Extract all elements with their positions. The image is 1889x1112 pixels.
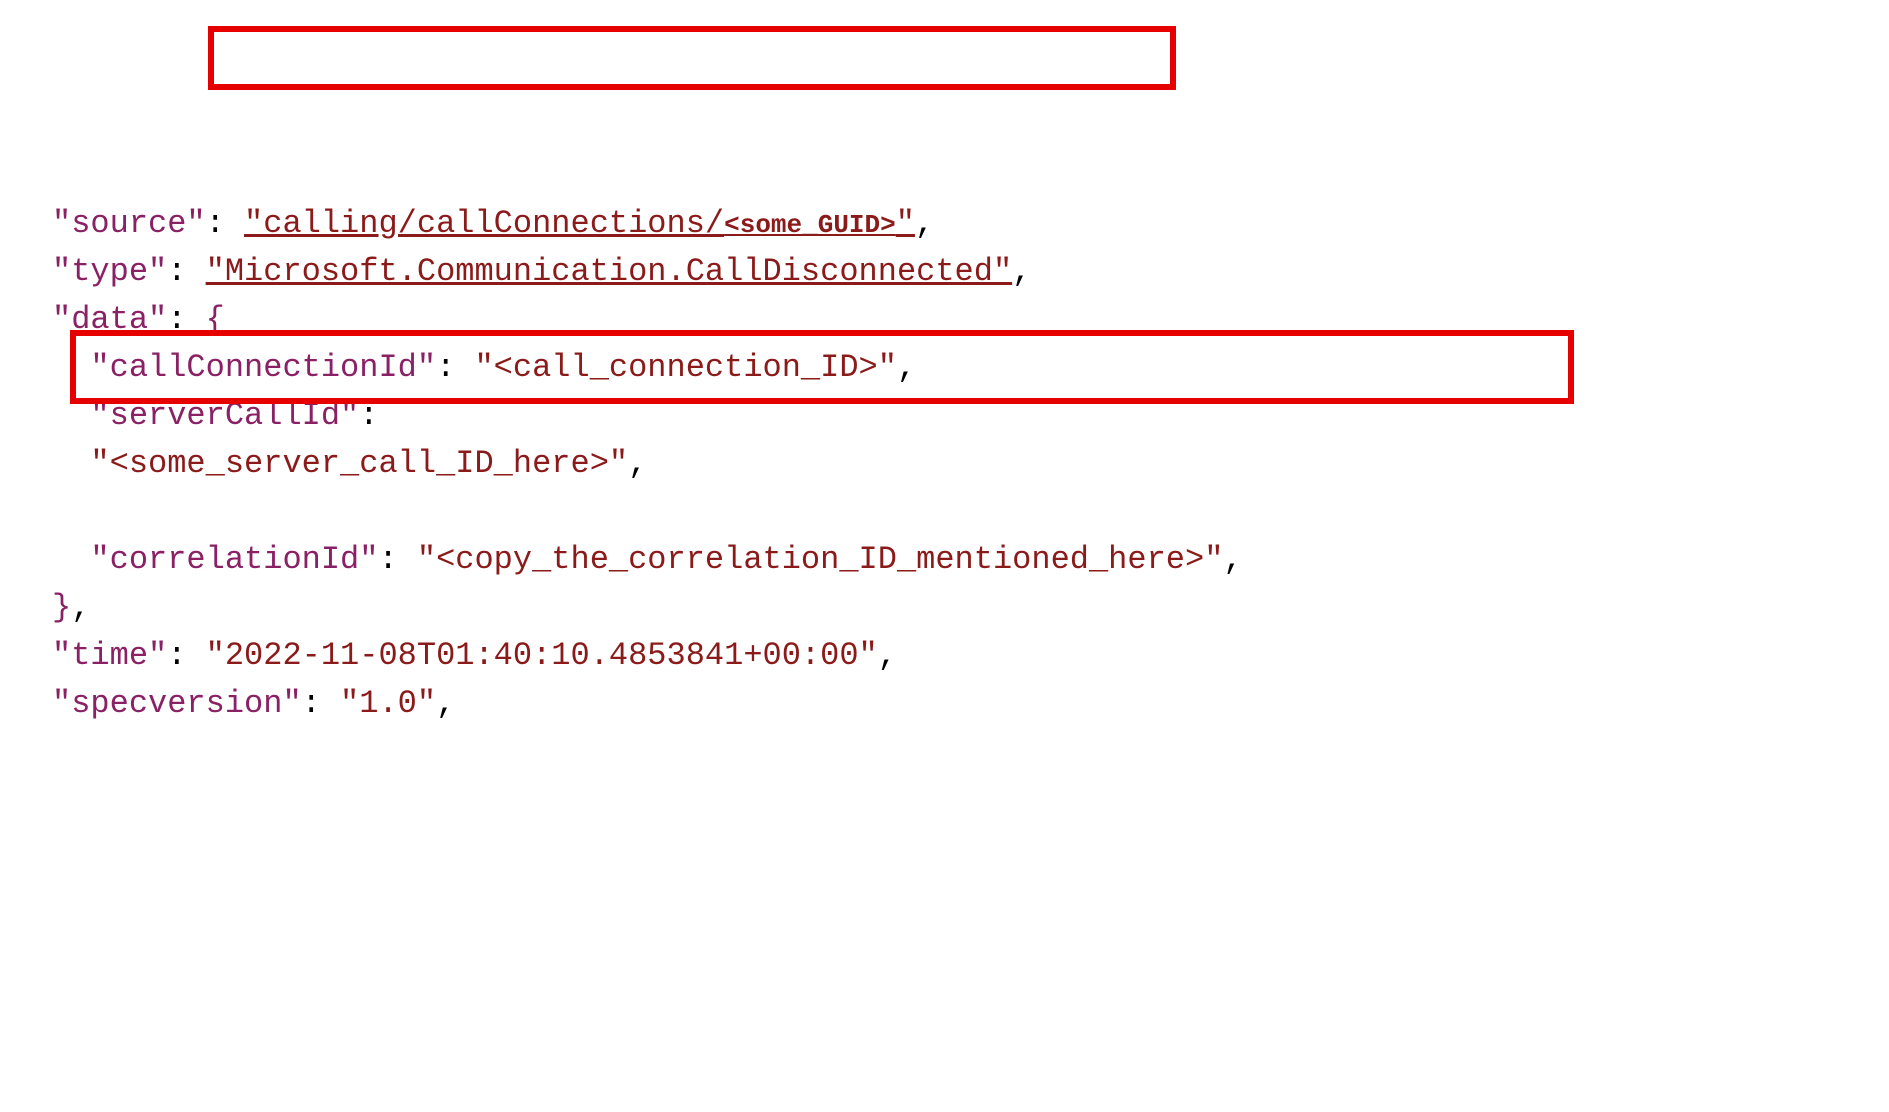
- json-key-correlationid: "correlationId": [90, 541, 378, 578]
- json-val-source-prefix: "calling/callConnections/: [244, 205, 724, 242]
- json-key-data: "data": [52, 301, 167, 338]
- json-val-servercallid: "<some_server_call_ID_here>": [90, 445, 628, 482]
- json-val-callconnectionid: "<call_connection_ID>": [474, 349, 896, 386]
- json-key-time: "time": [52, 637, 167, 674]
- json-val-time: "2022-11-08T01:40:10.4853841+00:00": [206, 637, 878, 674]
- json-val-specversion: "1.0": [340, 685, 436, 722]
- json-key-servercallid: "serverCallId": [90, 397, 359, 434]
- json-key-specversion: "specversion": [52, 685, 302, 722]
- json-val-source-placeholder: <some_GUID>: [724, 210, 896, 240]
- json-val-correlationid: "<copy_the_correlation_ID_mentioned_here…: [417, 541, 1224, 578]
- json-key-source: "source": [52, 205, 206, 242]
- json-key-callconnectionid: "callConnectionId": [90, 349, 436, 386]
- json-val-type: "Microsoft.Communication.CallDisconnecte…: [206, 253, 1013, 290]
- json-key-type: "type": [52, 253, 167, 290]
- json-val-source-suffix: ": [896, 205, 915, 242]
- highlight-box-type: [208, 26, 1176, 90]
- code-snippet: "source": "calling/callConnections/<some…: [52, 200, 1889, 728]
